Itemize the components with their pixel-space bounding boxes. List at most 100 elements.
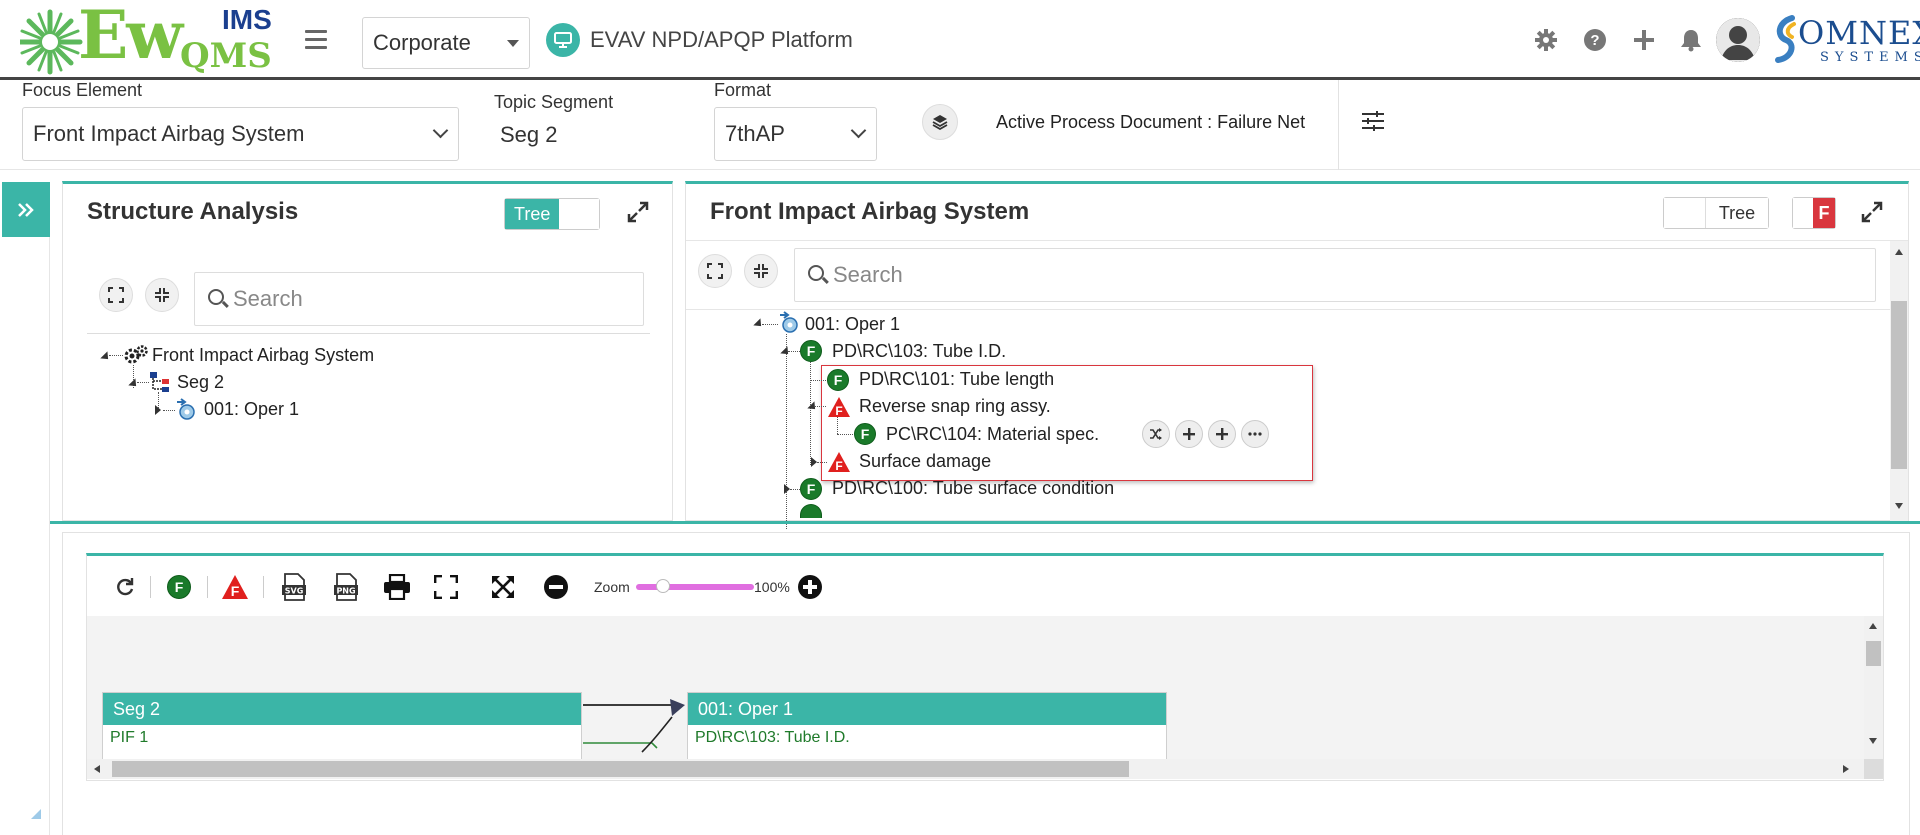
function-icon: F <box>167 575 191 599</box>
bell-icon[interactable] <box>1677 26 1705 54</box>
chevron-down-icon <box>850 122 867 139</box>
net-search-input[interactable]: Search <box>794 248 1876 302</box>
fit-icon[interactable] <box>490 572 516 602</box>
tree-node-label[interactable]: PC\RC\104: Material spec. <box>886 424 1099 445</box>
scroll-down-icon[interactable] <box>1869 738 1877 744</box>
expand-all-icon <box>707 263 723 279</box>
fullscreen-icon[interactable] <box>433 572 459 602</box>
sidebar-expand-button[interactable] <box>2 182 50 237</box>
svg-export-icon[interactable]: SVG <box>280 572 308 602</box>
svg-text:F: F <box>835 459 842 473</box>
scroll-up-icon[interactable] <box>1895 249 1903 255</box>
plus-icon[interactable] <box>1630 26 1658 54</box>
search-icon <box>808 265 824 281</box>
divider <box>686 309 1890 310</box>
logo-main-text: Ew <box>78 0 183 74</box>
layers-icon[interactable] <box>922 104 958 140</box>
omnex-logo: OMNEX SYSTEMS <box>1772 14 1920 66</box>
gear-icon[interactable] <box>1532 26 1560 54</box>
add-effect-button[interactable] <box>1208 420 1236 448</box>
sliders-icon[interactable] <box>1361 110 1385 132</box>
tree-node-label[interactable]: 001: Oper 1 <box>204 399 299 420</box>
vertical-scrollbar[interactable] <box>1890 241 1908 521</box>
focus-element-select[interactable]: Front Impact Airbag System <box>22 107 459 161</box>
toggle-knob <box>1664 198 1706 228</box>
topic-segment-value: Seg 2 <box>500 122 558 147</box>
zoom-in-icon[interactable] <box>796 572 824 602</box>
tree-toggle[interactable]: Tree <box>504 198 600 230</box>
tree-node-label[interactable]: Surface damage <box>859 451 991 472</box>
search-placeholder: Search <box>233 286 303 311</box>
collapse-all-button[interactable] <box>744 254 778 288</box>
brand-name: OMNEX <box>1798 14 1920 52</box>
company-select-value: Corporate <box>373 30 471 55</box>
scroll-thumb[interactable] <box>1891 301 1907 469</box>
zoom-slider-handle[interactable] <box>656 579 670 593</box>
scroll-thumb[interactable] <box>1866 641 1881 666</box>
tree-node-label[interactable]: Seg 2 <box>177 372 224 393</box>
scroll-thumb[interactable] <box>112 761 1129 777</box>
scroll-down-icon[interactable] <box>1895 503 1903 509</box>
zoom-slider[interactable] <box>636 579 754 593</box>
topic-segment-label: Topic Segment <box>494 92 614 112</box>
svg-text:SVG: SVG <box>285 587 304 596</box>
expand-all-button[interactable] <box>99 278 133 312</box>
function-icon: F <box>827 369 849 391</box>
help-icon[interactable]: ? <box>1581 26 1609 54</box>
tree-expander-icon[interactable] <box>155 405 161 415</box>
zoom-out-icon[interactable] <box>542 572 570 602</box>
scroll-right-icon[interactable] <box>1843 765 1849 773</box>
tree-expander-icon[interactable] <box>780 346 792 358</box>
tree-node-label[interactable]: PD\RC\103: Tube I.D. <box>832 341 1006 362</box>
refresh-icon[interactable] <box>113 572 137 602</box>
collapse-all-button[interactable] <box>145 278 179 312</box>
tree-node-label[interactable]: Reverse snap ring assy. <box>859 396 1051 417</box>
focus-element-value: Front Impact Airbag System <box>33 121 305 146</box>
tree-expander-icon[interactable] <box>128 378 140 390</box>
company-select[interactable]: Corporate <box>362 17 530 69</box>
tree-node-label[interactable]: PD\RC\101: Tube length <box>859 369 1054 390</box>
avatar[interactable] <box>1716 18 1760 62</box>
diagram-horizontal-scrollbar[interactable] <box>87 759 1864 779</box>
diagram-vertical-scrollbar[interactable] <box>1864 616 1883 759</box>
format-select[interactable]: 7thAP <box>714 107 877 161</box>
svg-text:?: ? <box>1590 32 1599 49</box>
more-button[interactable] <box>1241 420 1269 448</box>
search-icon <box>208 289 224 305</box>
f-toggle[interactable]: F <box>1792 197 1836 229</box>
ewqms-logo[interactable]: Ew IMS QMS <box>20 0 280 78</box>
failure-icon: F <box>828 397 850 418</box>
png-export-icon[interactable]: PNG <box>332 572 360 602</box>
caret-down-icon <box>507 40 519 47</box>
function-icon: F <box>800 478 822 500</box>
tree-expander-icon[interactable] <box>100 351 112 363</box>
diagram-node-row[interactable]: PD\RC\103: Tube I.D. <box>688 725 1166 751</box>
plus-icon <box>1216 428 1228 440</box>
tree-node-label[interactable]: 001: Oper 1 <box>805 314 900 335</box>
top-header: Ew IMS QMS Corporate EVAV NPD/APQP Platf… <box>0 0 1920 80</box>
add-cause-button[interactable] <box>1175 420 1203 448</box>
tree-node-label[interactable]: PD\RC\100: Tube surface condition <box>832 478 1114 499</box>
svg-text:F: F <box>835 404 842 418</box>
scroll-up-icon[interactable] <box>1869 623 1877 629</box>
hierarchy-icon <box>149 371 171 393</box>
diagram-connector <box>583 699 685 753</box>
expand-icon[interactable] <box>1860 200 1884 224</box>
function-filter-button[interactable]: F <box>165 572 193 602</box>
diagram-node-row[interactable]: PIF 1 <box>103 725 581 751</box>
diagram-node[interactable]: Seg 2 PIF 1 <box>102 692 582 760</box>
scroll-left-icon[interactable] <box>94 765 100 773</box>
function-icon: F <box>800 340 822 362</box>
tree-node-label[interactable]: Front Impact Airbag System <box>152 345 374 366</box>
structure-analysis-panel: Structure Analysis Tree Search Front Imp… <box>62 181 673 521</box>
resize-corner-icon[interactable] <box>30 805 42 819</box>
expand-all-button[interactable] <box>698 254 732 288</box>
structure-search-input[interactable]: Search <box>194 272 644 326</box>
print-icon[interactable] <box>382 572 412 602</box>
menu-toggle-icon[interactable] <box>305 30 327 49</box>
expand-icon[interactable] <box>626 200 650 224</box>
diagram-node[interactable]: 001: Oper 1 PD\RC\103: Tube I.D. <box>687 692 1167 760</box>
failure-filter-button[interactable]: F <box>220 572 250 602</box>
tree-toggle[interactable]: Tree <box>1663 197 1769 229</box>
shuffle-button[interactable] <box>1142 420 1170 448</box>
